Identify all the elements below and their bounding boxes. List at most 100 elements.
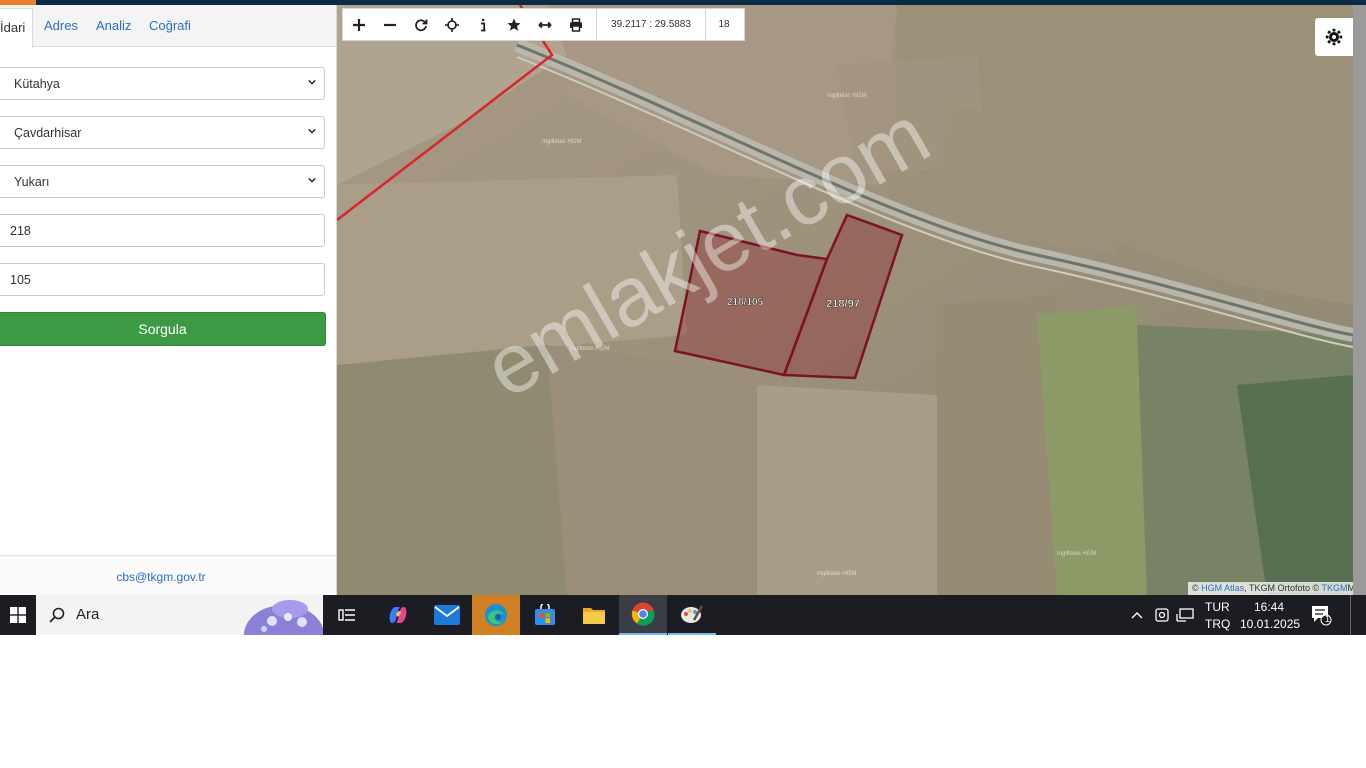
zoom-level: 18: [718, 19, 730, 30]
start-button[interactable]: [0, 595, 36, 635]
tab-analiz[interactable]: Analiz: [96, 5, 131, 46]
tab-adres[interactable]: Adres: [44, 5, 78, 46]
map-scrollbar[interactable]: [1353, 5, 1366, 595]
taskbar-search[interactable]: Ara: [36, 595, 323, 635]
locate-button[interactable]: [436, 9, 467, 40]
measure-icon: [537, 21, 552, 28]
attrib-prefix: ©: [1192, 583, 1199, 593]
network-icon: [1176, 608, 1194, 622]
print-icon: [569, 17, 582, 32]
panel-footer: cbs@tkgm.gov.tr: [0, 555, 336, 596]
zoom-in-button[interactable]: [343, 9, 374, 40]
store-icon: [535, 604, 555, 625]
attrib-middle: , TKGM Ortofoto ©: [1244, 583, 1320, 593]
tab-cografi[interactable]: Coğrafi: [149, 5, 191, 46]
camera-icon: [1155, 608, 1169, 622]
map-view[interactable]: emlakjet.com 218/105 218/97 Ingiltelas H…: [337, 5, 1353, 595]
search-icon: [49, 607, 65, 623]
refresh-button[interactable]: [405, 9, 436, 40]
chrome-icon: [631, 602, 655, 626]
parsel-input-value: 105: [10, 273, 31, 287]
network-button[interactable]: [1174, 595, 1196, 635]
search-label: Ara: [76, 606, 100, 623]
windows-logo-icon: [10, 607, 26, 623]
copilot-app[interactable]: [374, 595, 422, 635]
input-language-top[interactable]: TUR: [1205, 600, 1230, 614]
parcel-label-218-105: 218/105: [727, 297, 764, 308]
chrome-app[interactable]: [619, 595, 667, 635]
mail-app[interactable]: [423, 595, 471, 635]
settings-button[interactable]: [1315, 18, 1353, 56]
field-label: Ingiltelas HGM: [542, 139, 581, 145]
tkgm-link[interactable]: TKGM: [1322, 583, 1348, 593]
ada-input[interactable]: 218: [0, 214, 325, 247]
store-app[interactable]: [521, 595, 569, 635]
edge-icon: [485, 604, 507, 626]
chevron-down-icon: [308, 177, 316, 183]
sorgula-button[interactable]: Sorgula: [0, 312, 326, 346]
folder-icon: [583, 608, 605, 624]
ilce-select[interactable]: Çavdarhisar: [0, 116, 325, 149]
attrib-tail: M: [1347, 583, 1354, 593]
tab-analiz-label: Analiz: [96, 18, 132, 33]
satellite-map[interactable]: emlakjet.com 218/105 218/97 Ingiltelas H…: [337, 5, 1353, 595]
print-button[interactable]: [560, 9, 591, 40]
search-highlight-icon: [244, 600, 323, 635]
tab-bar: İdari Adres Analiz Coğrafi: [0, 5, 336, 48]
coordinate-readout: 39.2117 : 29.5883: [596, 9, 706, 40]
show-desktop-button[interactable]: [1351, 595, 1366, 635]
query-panel: İdari Adres Analiz Coğrafi Kütahya Çavda…: [0, 5, 337, 596]
notifications-button[interactable]: 1: [1306, 595, 1336, 635]
favorite-button[interactable]: [498, 9, 529, 40]
mahalle-select[interactable]: Yukarı: [0, 165, 325, 198]
gear-icon: [1325, 28, 1343, 46]
notification-count: 1: [1325, 614, 1331, 624]
meet-now-button[interactable]: [1152, 595, 1172, 635]
field-label: Ingiltelas HGM: [570, 346, 609, 352]
parsel-input[interactable]: 105: [0, 263, 325, 296]
star-icon: [507, 18, 520, 31]
field-label: Ingiltelas HGM: [817, 571, 856, 577]
field-label: Ingiltelas HGM: [1057, 551, 1096, 557]
contact-email-link[interactable]: cbs@tkgm.gov.tr: [0, 570, 322, 584]
chevron-down-icon: [308, 79, 316, 85]
task-view-icon: [338, 609, 355, 621]
paint-icon: [681, 605, 704, 623]
paint-app[interactable]: [668, 595, 716, 635]
field-label: Ingiltelas HGM: [827, 93, 866, 99]
crosshair-icon: [444, 17, 459, 32]
chevron-down-icon: [308, 128, 316, 134]
task-view-button[interactable]: [323, 595, 371, 635]
clock-date[interactable]: 10.01.2025: [1240, 617, 1300, 631]
plus-icon: [352, 18, 365, 31]
file-explorer-app[interactable]: [570, 595, 618, 635]
scrollbar-thumb[interactable]: [1353, 5, 1366, 595]
info-button[interactable]: [467, 9, 498, 40]
parcel-label-218-97: 218/97: [826, 298, 860, 310]
hgm-atlas-link[interactable]: HGM Atlas: [1201, 583, 1244, 593]
tab-idari[interactable]: İdari: [0, 8, 33, 48]
windows-taskbar: Ara TUR TRQ 16:44 10.01.2025 1: [0, 595, 1366, 635]
il-select[interactable]: Kütahya: [0, 67, 325, 100]
map-attribution: © HGM Atlas, TKGM Ortofoto © TKGMM: [1188, 582, 1353, 595]
edge-app[interactable]: [472, 595, 520, 635]
mail-icon: [434, 605, 460, 625]
minus-icon: [383, 23, 396, 26]
info-icon: [480, 18, 485, 31]
tab-adres-label: Adres: [44, 18, 78, 33]
ada-input-value: 218: [10, 224, 31, 238]
ilce-select-value: Çavdarhisar: [14, 126, 82, 140]
tray-overflow-button[interactable]: [1128, 595, 1146, 635]
clock-time[interactable]: 16:44: [1254, 600, 1284, 614]
tab-idari-label: İdari: [0, 20, 26, 35]
map-toolbar: 39.2117 : 29.5883 18: [342, 8, 745, 41]
mahalle-select-value: Yukarı: [14, 175, 50, 189]
input-language-bottom[interactable]: TRQ: [1205, 617, 1230, 631]
refresh-icon: [414, 18, 427, 31]
chevron-up-icon: [1131, 612, 1143, 619]
measure-button[interactable]: [529, 9, 560, 40]
copilot-icon: [389, 607, 407, 623]
il-select-value: Kütahya: [14, 77, 60, 91]
tab-cografi-label: Coğrafi: [149, 18, 191, 33]
zoom-out-button[interactable]: [374, 9, 405, 40]
